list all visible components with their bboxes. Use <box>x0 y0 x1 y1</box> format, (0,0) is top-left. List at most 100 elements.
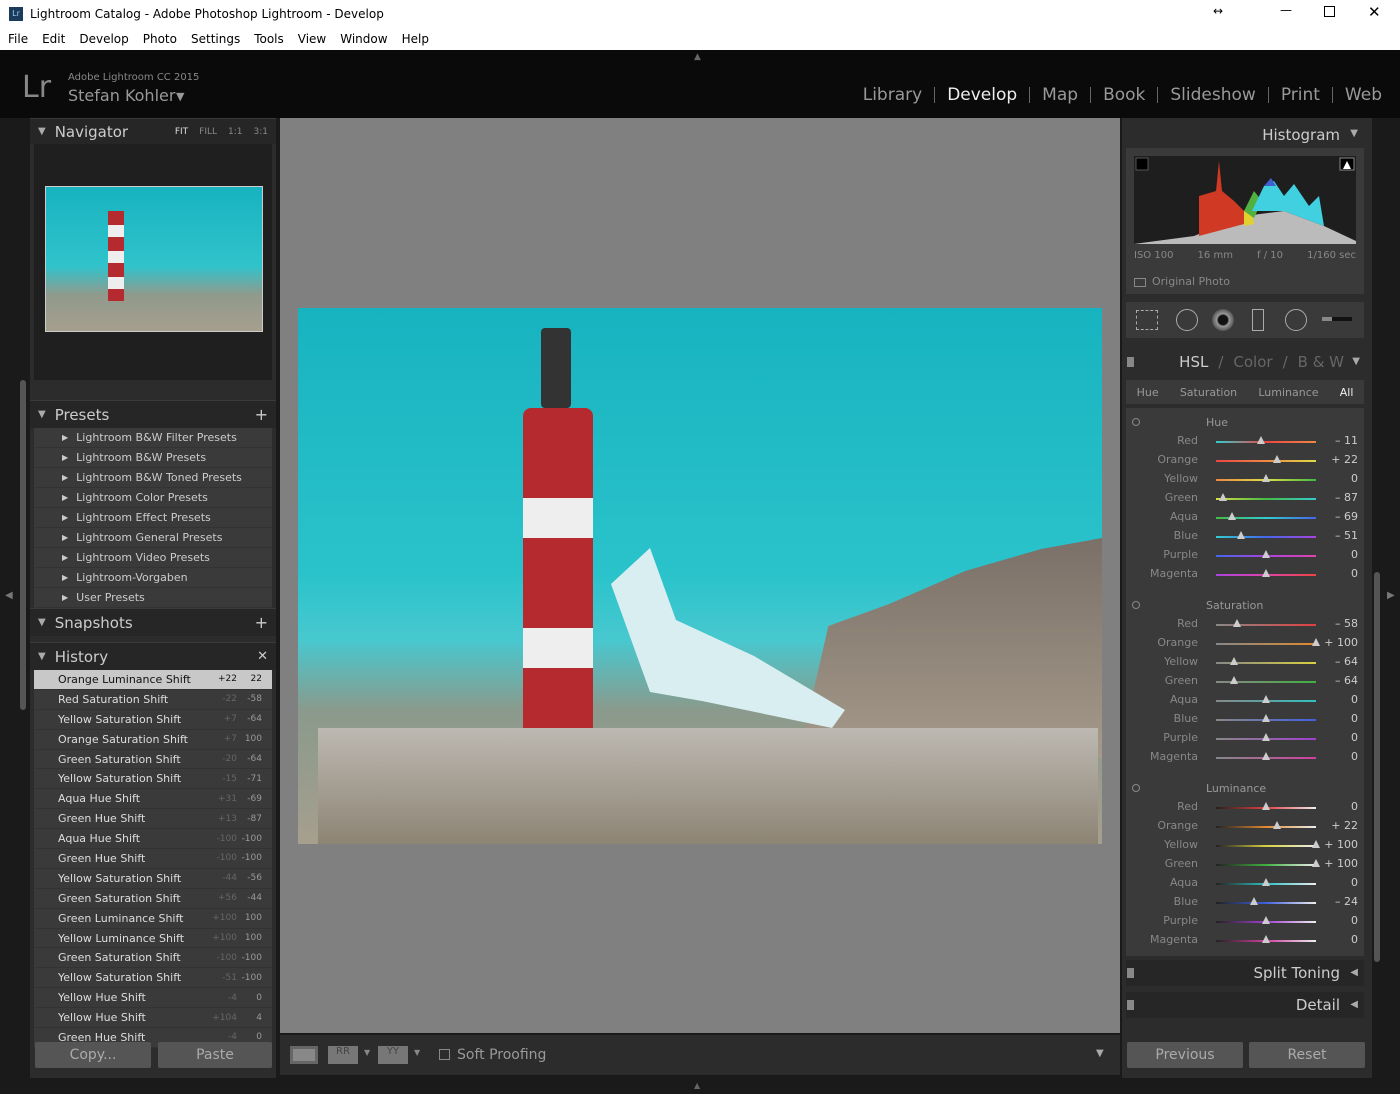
history-header[interactable]: ▼ History ✕ <box>30 642 276 670</box>
before-after-dropdown-icon[interactable]: ▼ <box>364 1048 370 1057</box>
slider-track[interactable] <box>1216 536 1316 538</box>
slider-thumb[interactable] <box>1262 695 1270 703</box>
slider-value[interactable]: + 22 <box>1318 819 1358 832</box>
slider-luminance-orange[interactable]: Orange + 22 <box>1126 817 1366 836</box>
panel-toggle-icon[interactable] <box>1127 968 1134 978</box>
subtab-hue[interactable]: Hue <box>1137 386 1159 399</box>
slider-value[interactable]: – 51 <box>1318 529 1358 542</box>
red-eye-icon[interactable] <box>1212 309 1234 331</box>
module-slideshow[interactable]: Slideshow <box>1158 87 1269 104</box>
swap-dropdown-icon[interactable]: ▼ <box>414 1048 420 1057</box>
slider-value[interactable]: – 64 <box>1318 655 1358 668</box>
history-step[interactable]: Yellow Saturation Shift -15 -71 <box>34 769 272 790</box>
slider-luminance-blue[interactable]: Blue – 24 <box>1126 893 1366 912</box>
slider-value[interactable]: 0 <box>1318 712 1358 725</box>
adjustment-brush-icon[interactable] <box>1322 317 1352 321</box>
slider-track[interactable] <box>1216 826 1316 828</box>
menu-help[interactable]: Help <box>402 32 429 46</box>
panel-toggle-icon[interactable] <box>1127 1000 1134 1010</box>
minimize-button[interactable]: — <box>1280 3 1292 17</box>
slider-thumb[interactable] <box>1262 802 1270 810</box>
history-step[interactable]: Aqua Hue Shift -100 -100 <box>34 829 272 850</box>
slider-saturation-orange[interactable]: Orange + 100 <box>1126 634 1366 653</box>
previous-button[interactable]: Previous <box>1127 1042 1243 1068</box>
slider-thumb[interactable] <box>1262 752 1270 760</box>
slider-value[interactable]: 0 <box>1318 567 1358 580</box>
slider-value[interactable]: – 11 <box>1318 434 1358 447</box>
crop-tool-icon[interactable] <box>1136 310 1158 330</box>
menu-develop[interactable]: Develop <box>79 32 128 46</box>
zoom-3-1[interactable]: 3:1 <box>254 127 268 137</box>
history-step[interactable]: Yellow Saturation Shift -44 -56 <box>34 868 272 889</box>
history-step[interactable]: Orange Saturation Shift +7 100 <box>34 729 272 750</box>
zoom-1-1[interactable]: 1:1 <box>228 127 242 137</box>
preset-folder[interactable]: ▶ Lightroom Color Presets <box>34 488 272 508</box>
preset-folder[interactable]: ▶ Lightroom B&W Filter Presets <box>34 428 272 448</box>
slider-thumb[interactable] <box>1227 512 1236 520</box>
subtab-all[interactable]: All <box>1340 386 1354 399</box>
slider-thumb[interactable] <box>1230 657 1238 665</box>
slider-thumb[interactable] <box>1262 714 1270 722</box>
menu-file[interactable]: File <box>8 32 28 46</box>
collapse-triangle-icon[interactable]: ▼ <box>1350 128 1358 139</box>
main-photo[interactable] <box>298 308 1102 844</box>
original-photo-checkbox[interactable] <box>1134 278 1146 287</box>
slider-luminance-purple[interactable]: Purple 0 <box>1126 912 1366 931</box>
copy-button[interactable]: Copy... <box>35 1042 151 1068</box>
slider-hue-red[interactable]: Red – 11 <box>1126 432 1366 451</box>
preset-folder[interactable]: ▶ Lightroom B&W Presets <box>34 448 272 468</box>
restore-icon[interactable]: ↔ <box>1213 4 1223 18</box>
slider-thumb[interactable] <box>1218 493 1227 501</box>
slider-track[interactable] <box>1216 460 1316 462</box>
subtab-saturation[interactable]: Saturation <box>1180 386 1237 399</box>
slider-thumb[interactable] <box>1262 916 1270 924</box>
slider-value[interactable]: – 64 <box>1318 674 1358 687</box>
slider-hue-aqua[interactable]: Aqua – 69 <box>1126 508 1366 527</box>
slider-thumb[interactable] <box>1262 569 1270 577</box>
preset-folder[interactable]: ▶ Lightroom Video Presets <box>34 548 272 568</box>
slider-hue-green[interactable]: Green – 87 <box>1126 489 1366 508</box>
navigator-header[interactable]: ▼ Navigator FIT FILL 1:1 3:1 <box>30 118 276 144</box>
group-reset-icon[interactable] <box>1132 784 1140 792</box>
slider-track[interactable] <box>1216 624 1316 626</box>
snapshots-header[interactable]: ▼ Snapshots + <box>30 608 276 636</box>
slider-value[interactable]: 0 <box>1318 693 1358 706</box>
history-step[interactable]: Green Saturation Shift -100 -100 <box>34 948 272 969</box>
history-step[interactable]: Green Hue Shift +13 -87 <box>34 809 272 830</box>
slider-value[interactable]: + 100 <box>1318 636 1358 649</box>
slider-value[interactable]: + 100 <box>1318 857 1358 870</box>
slider-hue-orange[interactable]: Orange + 22 <box>1126 451 1366 470</box>
user-dropdown-icon[interactable]: ▼ <box>176 90 184 103</box>
slider-hue-blue[interactable]: Blue – 51 <box>1126 527 1366 546</box>
close-button[interactable]: ✕ <box>1368 3 1381 21</box>
slider-luminance-red[interactable]: Red 0 <box>1126 798 1366 817</box>
zoom-fit[interactable]: FIT <box>175 127 188 137</box>
right-scrollbar[interactable] <box>1374 572 1380 962</box>
collapse-top-icon[interactable]: ▲ <box>694 52 701 62</box>
bw-tab[interactable]: B & W <box>1298 353 1344 371</box>
slider-value[interactable]: 0 <box>1318 933 1358 946</box>
slider-track[interactable] <box>1216 864 1316 866</box>
module-library[interactable]: Library <box>851 87 936 104</box>
filmstrip-toggle-icon[interactable]: ▲ <box>694 1081 700 1090</box>
collapse-triangle-icon[interactable]: ▼ <box>1352 356 1360 367</box>
left-scrollbar[interactable] <box>20 380 26 710</box>
slider-luminance-green[interactable]: Green + 100 <box>1126 855 1366 874</box>
color-tab[interactable]: Color <box>1233 353 1272 371</box>
slider-luminance-magenta[interactable]: Magenta 0 <box>1126 931 1366 950</box>
history-step[interactable]: Orange Luminance Shift +22 22 <box>34 670 272 690</box>
menu-view[interactable]: View <box>298 32 326 46</box>
preset-folder[interactable]: ▶ Lightroom General Presets <box>34 528 272 548</box>
slider-hue-purple[interactable]: Purple 0 <box>1126 546 1366 565</box>
left-edge-arrow[interactable]: ◀ <box>5 590 13 601</box>
history-step[interactable]: Green Luminance Shift +100 100 <box>34 908 272 929</box>
slider-thumb[interactable] <box>1273 821 1281 829</box>
slider-value[interactable]: 0 <box>1318 750 1358 763</box>
slider-luminance-aqua[interactable]: Aqua 0 <box>1126 874 1366 893</box>
menu-window[interactable]: Window <box>340 32 387 46</box>
history-step[interactable]: Green Hue Shift -100 -100 <box>34 849 272 869</box>
slider-saturation-magenta[interactable]: Magenta 0 <box>1126 748 1366 767</box>
soft-proofing-checkbox[interactable] <box>439 1049 450 1060</box>
menu-tools[interactable]: Tools <box>254 32 284 46</box>
slider-luminance-yellow[interactable]: Yellow + 100 <box>1126 836 1366 855</box>
